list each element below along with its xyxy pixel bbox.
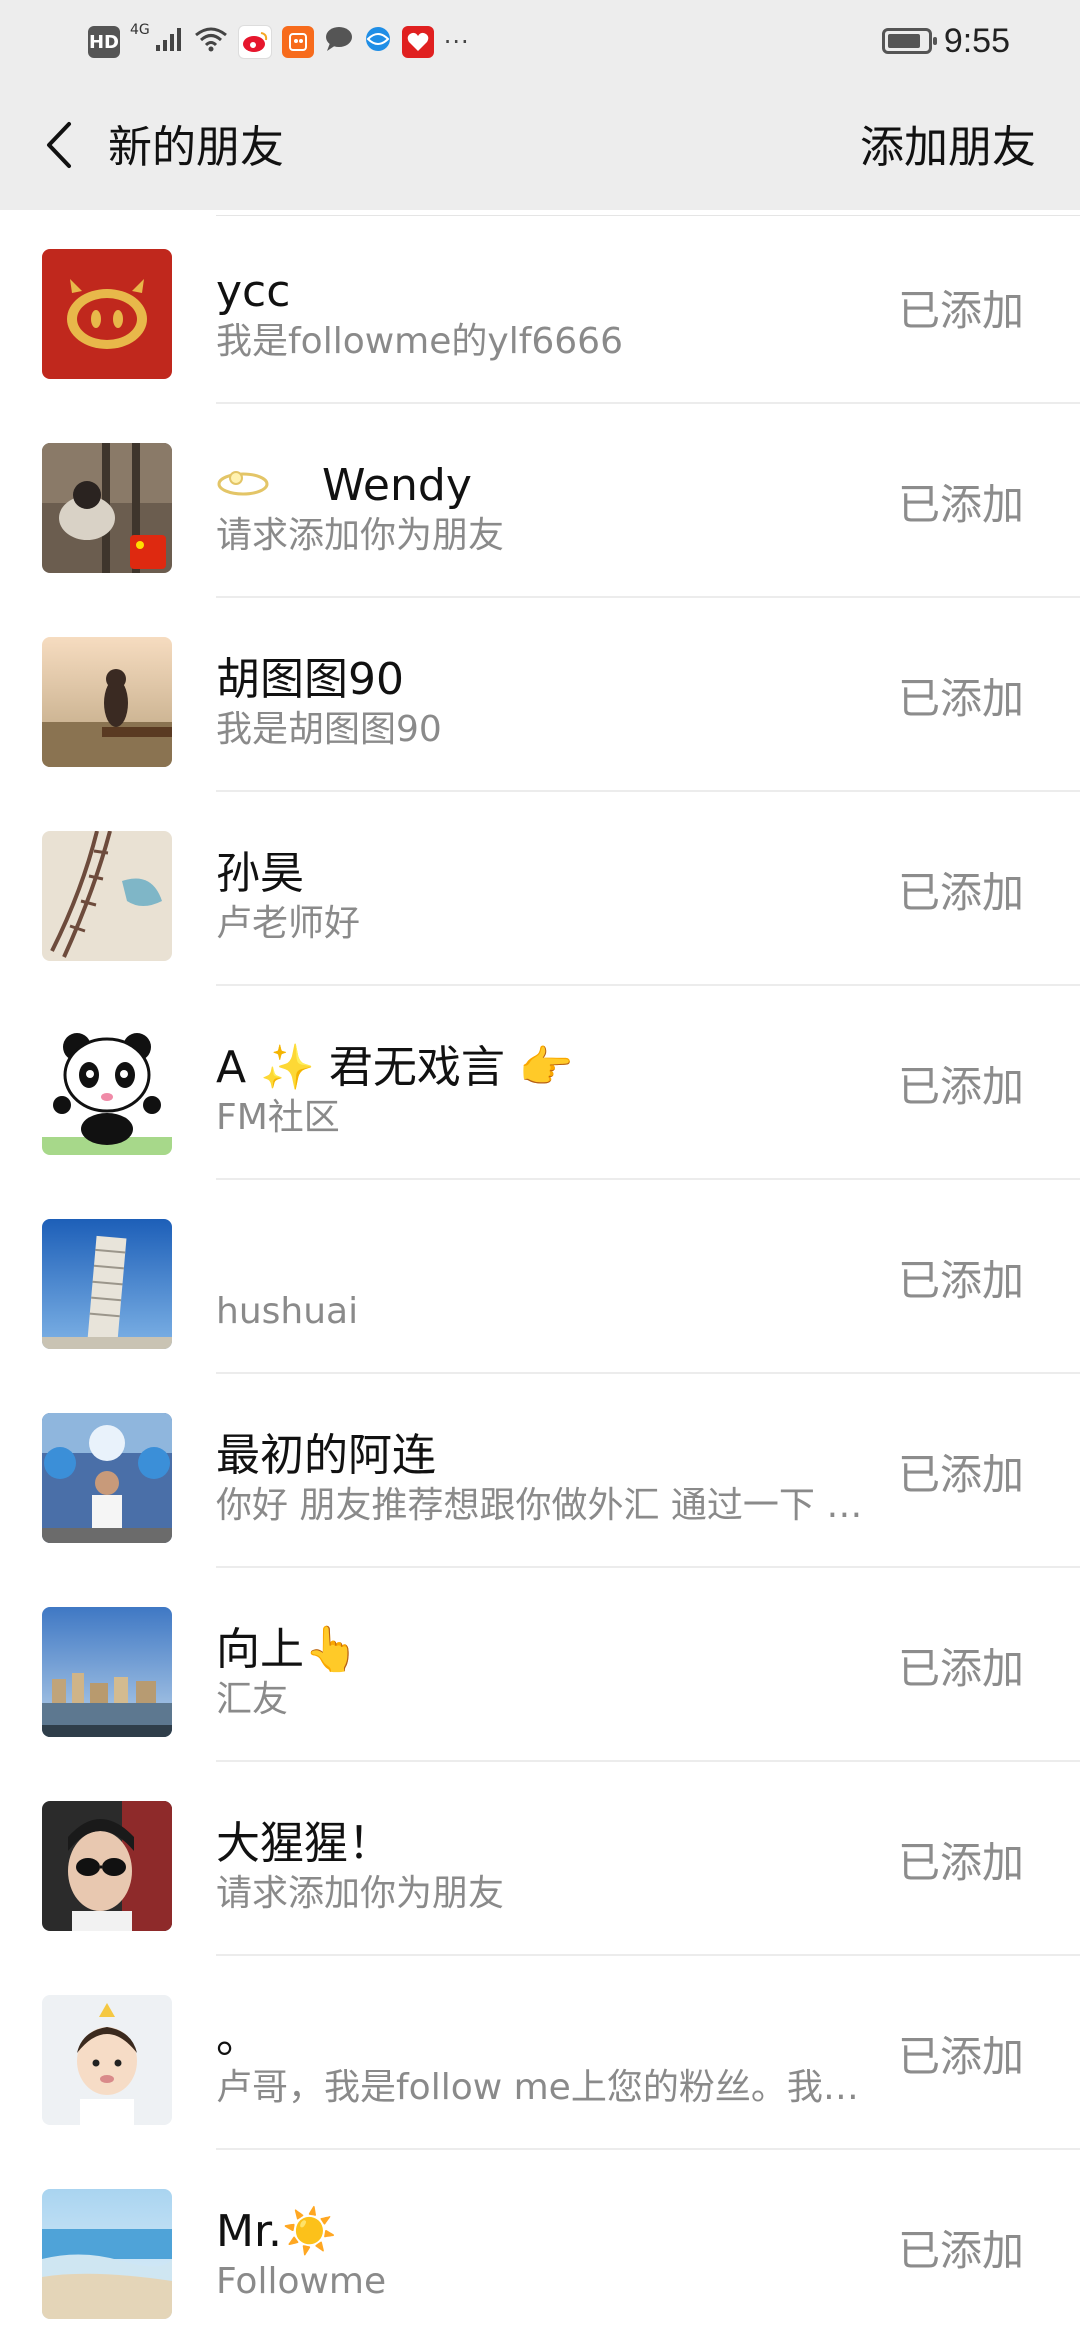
added-status: 已添加	[897, 1256, 1024, 1305]
hd-icon: HD	[88, 26, 120, 58]
friend-name: ycc	[216, 266, 291, 317]
friend-row[interactable]: hushuai 已添加	[0, 1180, 1080, 1374]
added-status: 已添加	[897, 2032, 1024, 2081]
added-status: 已添加	[897, 1450, 1024, 1499]
friend-row[interactable]: Mr.☀️ Followme 已添加	[0, 2150, 1080, 2344]
added-status: 已添加	[897, 1838, 1024, 1887]
battery-icon	[881, 28, 937, 54]
friend-name: Wendy	[216, 458, 856, 516]
nav-bar: 新的朋友 添加朋友	[0, 84, 1080, 210]
photo-avatar	[42, 831, 172, 961]
friend-name: 大猩猩！	[216, 1818, 392, 1869]
photo-avatar	[42, 1801, 172, 1931]
browser-icon	[364, 25, 392, 59]
friend-row[interactable]: 孙昊 卢老师好 已添加	[0, 792, 1080, 986]
added-status: 已添加	[897, 480, 1024, 529]
friend-name: 最初的阿连	[216, 1430, 436, 1481]
add-friend-button[interactable]: 添加朋友	[860, 120, 1036, 176]
friend-message: 卢哥，我是follow me上您的粉丝。我想请教一下	[216, 2067, 866, 2108]
friend-message: hushuai	[216, 1291, 359, 1332]
added-status: 已添加	[897, 868, 1024, 917]
status-right: 9:55	[881, 18, 1010, 64]
friend-row[interactable]: 。 卢哥，我是follow me上您的粉丝。我想请教一下 已添加	[0, 1956, 1080, 2150]
chevron-left-icon	[45, 120, 75, 174]
added-status: 已添加	[897, 286, 1024, 335]
new-friends-list: ycc 我是followme的ylf6666 已添加 Wendy 请求添加你为朋…	[0, 210, 1080, 2344]
wifi-icon	[194, 25, 228, 59]
friend-row[interactable]: 向上👆 汇友 已添加	[0, 1568, 1080, 1762]
friend-row[interactable]: ycc 我是followme的ylf6666 已添加	[0, 210, 1080, 404]
network-type: 4G	[130, 22, 150, 38]
status-bar: HD 4G ··· 9:55	[0, 0, 1080, 84]
friend-row[interactable]: 大猩猩！ 请求添加你为朋友 已添加	[0, 1762, 1080, 1956]
tower-avatar	[42, 1219, 172, 1349]
friend-name: 。	[216, 2012, 260, 2063]
friend-message: FM社区	[216, 1097, 340, 1138]
photo-avatar	[42, 443, 172, 573]
added-status: 已添加	[897, 1644, 1024, 1693]
planet-icon	[216, 460, 270, 516]
friend-name: 向上👆	[216, 1624, 359, 1675]
photo-avatar	[42, 637, 172, 767]
chat-icon	[324, 25, 354, 59]
friend-message: 我是followme的ylf6666	[216, 321, 623, 362]
friend-message: 我是胡图图90	[216, 709, 442, 750]
friend-row[interactable]: 胡图图90 我是胡图图90 已添加	[0, 598, 1080, 792]
weibo-icon	[237, 25, 272, 59]
added-status: 已添加	[897, 674, 1024, 723]
friend-message: 请求添加你为朋友	[216, 515, 505, 556]
friend-message: 卢老师好	[216, 903, 361, 944]
back-button[interactable]	[30, 114, 90, 180]
beach-avatar	[42, 2189, 172, 2319]
kuaikan-icon	[281, 26, 314, 58]
friend-row[interactable]: Wendy 请求添加你为朋友 已添加	[0, 404, 1080, 598]
pig-logo-avatar	[42, 249, 172, 379]
signal-icon	[154, 25, 184, 59]
baby-avatar	[42, 1995, 172, 2125]
friend-name: A ✨ 君无戏言 👉	[216, 1042, 574, 1093]
status-indicators: HD 4G ···	[88, 22, 470, 62]
added-status: 已添加	[897, 1062, 1024, 1111]
city-avatar	[42, 1607, 172, 1737]
panda-avatar	[42, 1025, 172, 1155]
clock: 9:55	[943, 21, 1010, 60]
friend-name: Mr.☀️	[216, 2206, 337, 2257]
more-icon: ···	[443, 28, 470, 56]
friend-name-text: Wendy	[322, 460, 472, 511]
friend-message: Followme	[216, 2261, 387, 2302]
friend-message: 汇友	[216, 1679, 289, 1720]
friend-row[interactable]: A ✨ 君无戏言 👉 FM社区 已添加	[0, 986, 1080, 1180]
friend-row[interactable]: 最初的阿连 你好 朋友推荐想跟你做外汇 通过一下 谢谢 已添加	[0, 1374, 1080, 1568]
friend-message: 请求添加你为朋友	[216, 1873, 505, 1914]
friend-message: 你好 朋友推荐想跟你做外汇 通过一下 谢谢	[216, 1485, 866, 1526]
added-status: 已添加	[897, 2226, 1024, 2275]
friend-name: 胡图图90	[216, 654, 404, 705]
page-title: 新的朋友	[108, 122, 284, 173]
friend-name: 孙昊	[216, 848, 304, 899]
photo-avatar	[42, 1413, 172, 1543]
heart-app-icon	[401, 26, 434, 58]
